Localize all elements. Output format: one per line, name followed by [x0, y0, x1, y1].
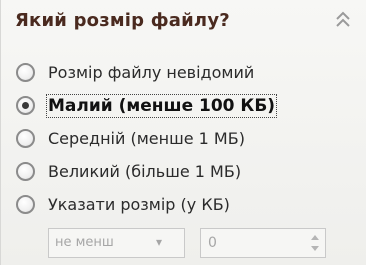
option-size-custom[interactable]: Указати розмір (у КБ)	[16, 188, 356, 221]
option-label: Середній (менше 1 МБ)	[48, 129, 245, 148]
radio-button[interactable]	[16, 63, 35, 82]
option-size-large[interactable]: Великий (більше 1 МБ)	[16, 155, 356, 188]
collapse-button[interactable]	[331, 8, 355, 32]
section-header: Який розмір файлу?	[15, 8, 355, 42]
option-label: Указати розмір (у КБ)	[48, 195, 230, 214]
option-size-unknown[interactable]: Розмір файлу невідомий	[16, 56, 356, 89]
custom-size-inputs: не менш ▾	[48, 228, 338, 258]
option-label: Великий (більше 1 МБ)	[48, 162, 242, 181]
comparison-select[interactable]: не менш ▾	[48, 228, 185, 258]
option-label: Розмір файлу невідомий	[48, 63, 255, 82]
chevron-double-up-icon	[336, 11, 350, 27]
spin-down-icon[interactable]	[308, 243, 322, 255]
radio-button[interactable]	[16, 162, 35, 181]
comparison-value: не менш	[55, 235, 114, 250]
file-size-panel: Який розмір файлу? Розмір файлу невідоми…	[0, 0, 366, 265]
radio-button-checked[interactable]	[16, 96, 35, 115]
radio-button[interactable]	[16, 195, 35, 214]
size-field[interactable]	[204, 232, 292, 254]
size-number-input[interactable]	[200, 228, 326, 258]
spin-up-icon[interactable]	[308, 231, 322, 243]
option-size-small[interactable]: Малий (менше 100 КБ)	[16, 89, 356, 122]
section-title: Який розмір файлу?	[15, 10, 230, 31]
option-size-medium[interactable]: Середній (менше 1 МБ)	[16, 122, 356, 155]
size-options: Розмір файлу невідомий Малий (менше 100 …	[16, 56, 356, 221]
radio-button[interactable]	[16, 129, 35, 148]
option-label: Малий (менше 100 КБ)	[45, 93, 278, 118]
dropdown-arrow-icon: ▾	[155, 235, 162, 249]
